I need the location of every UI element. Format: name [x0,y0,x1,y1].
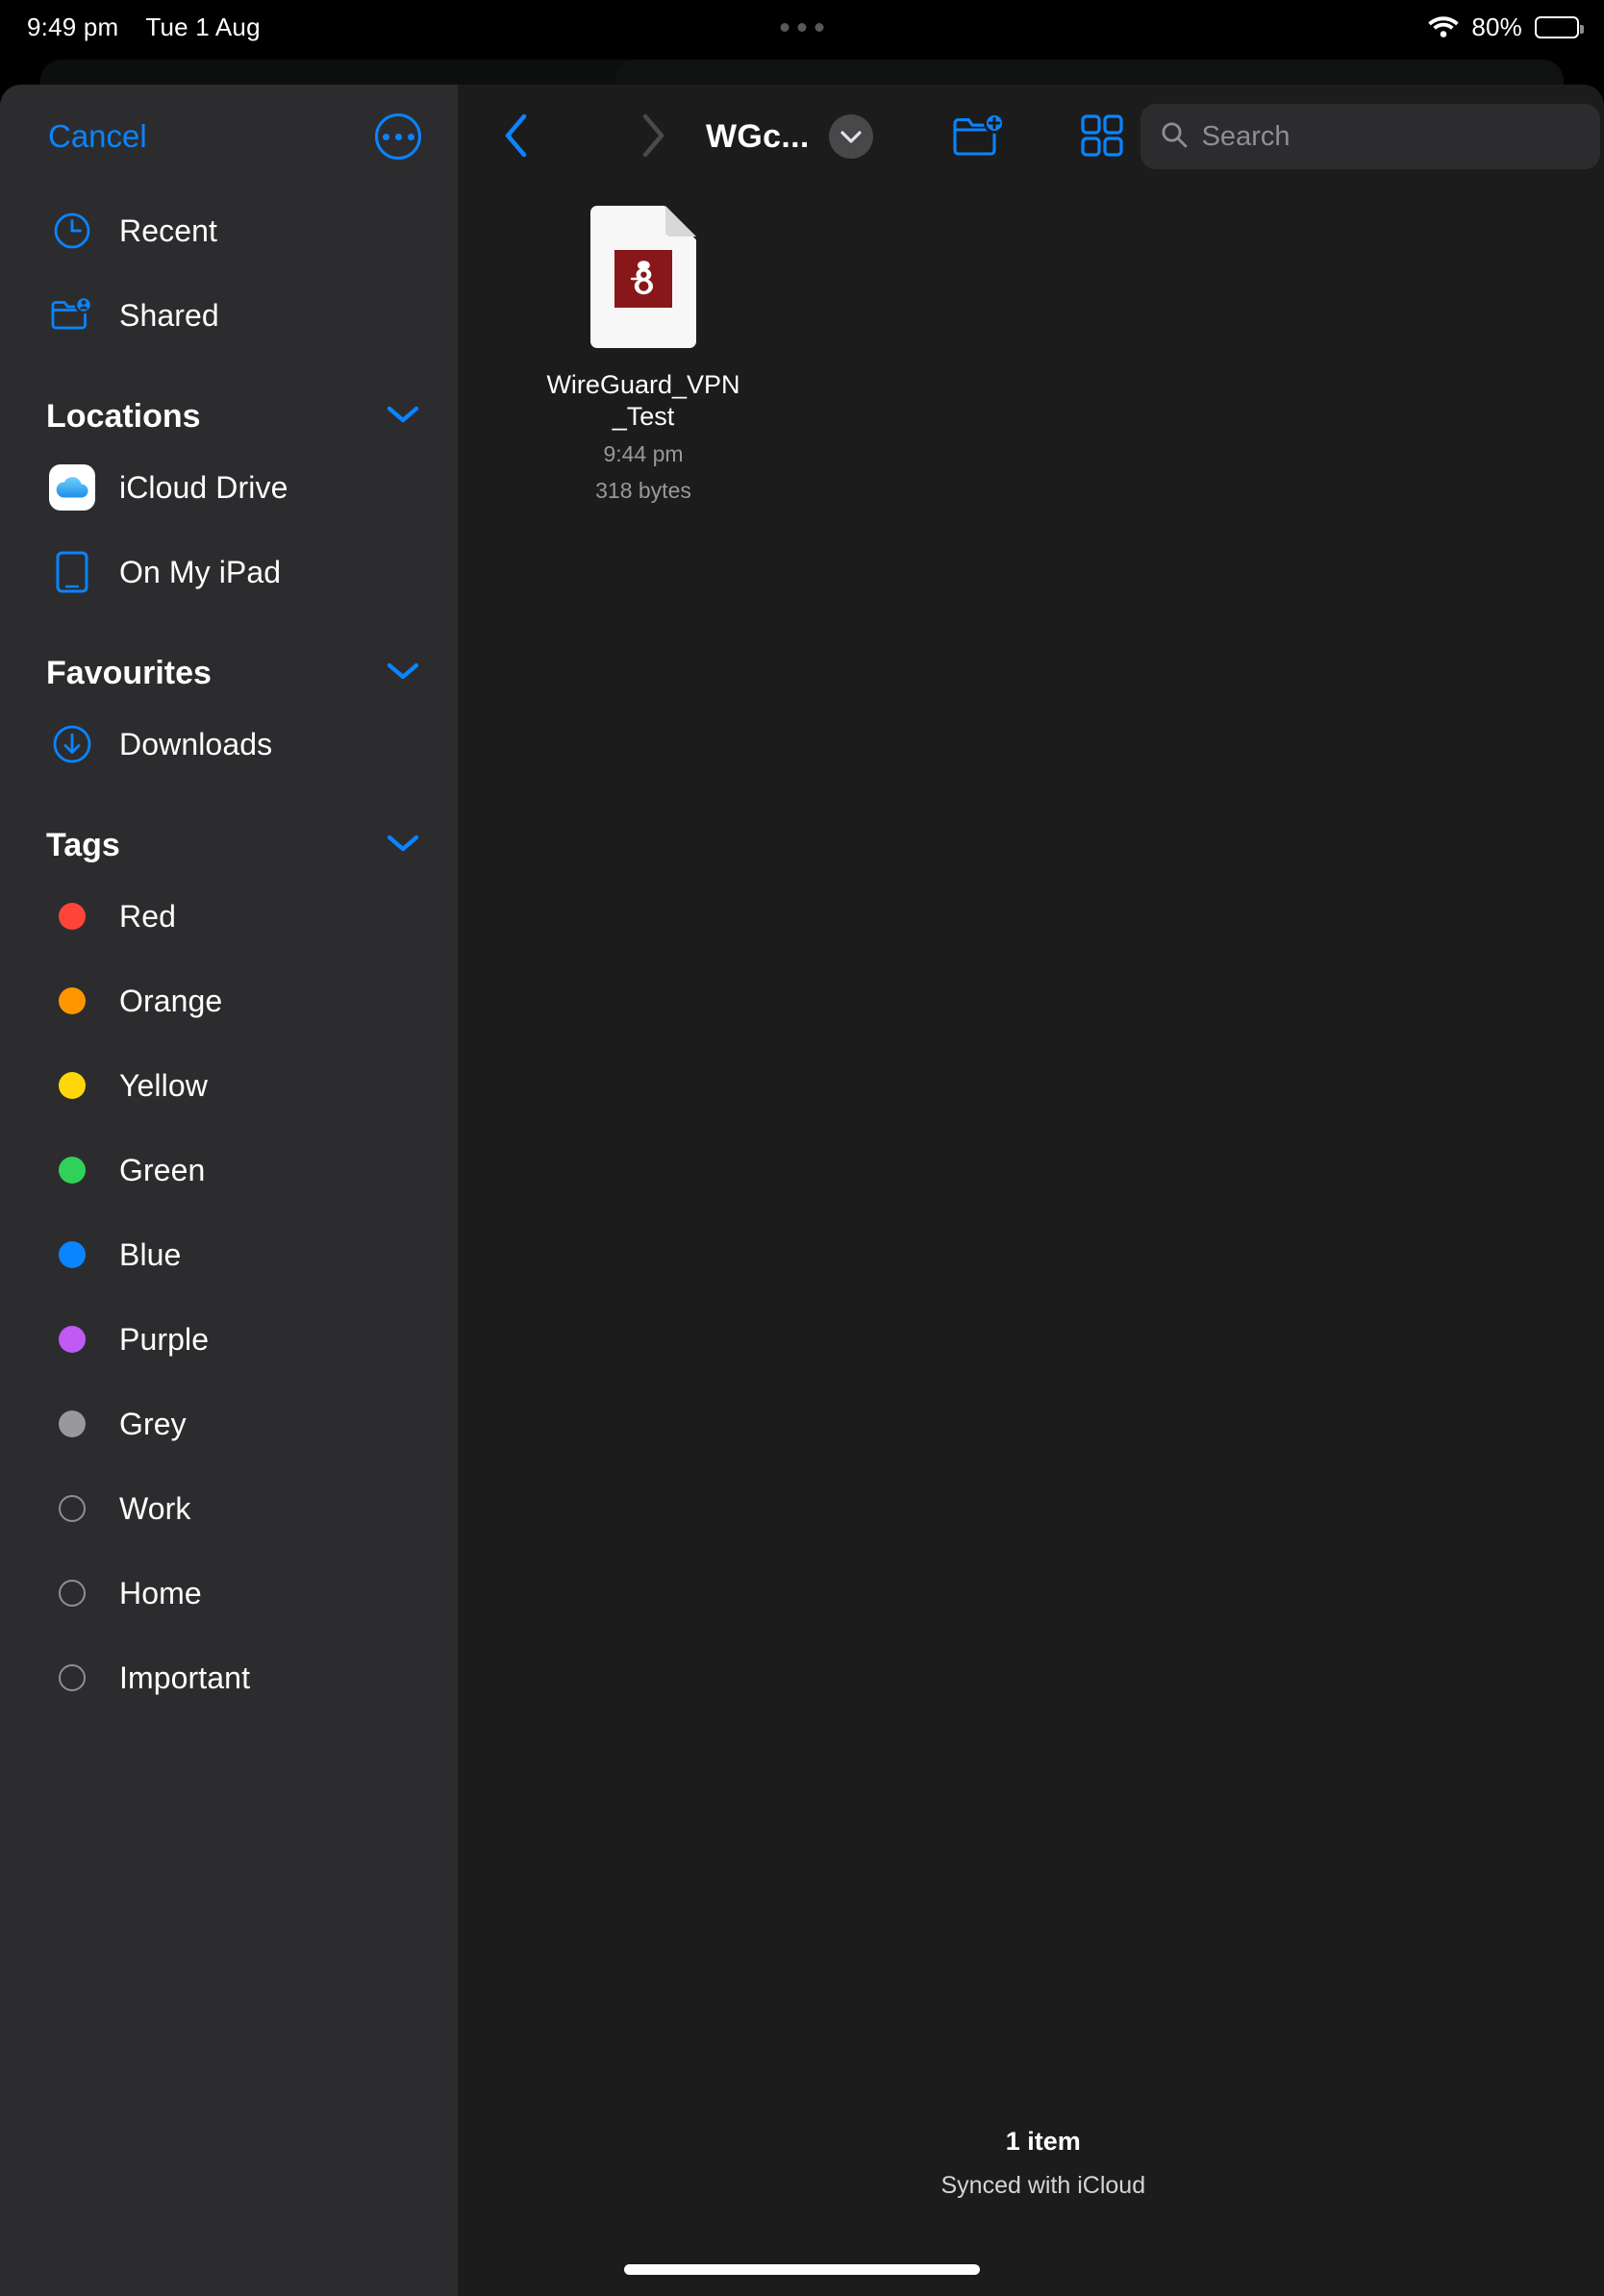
tag-dot-icon [46,903,98,930]
file-time: 9:44 pm [603,440,683,469]
back-button[interactable] [485,105,548,168]
section-title: Tags [46,827,120,864]
chevron-down-icon[interactable] [387,404,419,430]
tag-dot-icon [46,987,98,1014]
sidebar-item-label: Yellow [119,1068,208,1104]
tag-list: Red Orange Yellow Green Blue Purple Grey Work Ho… [0,874,458,1720]
three-dots-icon [798,23,807,32]
status-date: Tue 1 Aug [145,12,260,42]
sidebar-item-tag-home[interactable]: Home [0,1551,458,1635]
battery-percent: 80% [1471,12,1522,42]
sidebar-item-label: Green [119,1153,205,1188]
battery-icon [1535,16,1579,38]
chevron-left-icon [502,112,531,162]
sync-status: Synced with iCloud [458,2172,1604,2200]
folder-plus-icon [952,112,1006,162]
forward-button [621,105,685,168]
ipad-files-app-screen: 9:49 pm Tue 1 Aug 80% [0,0,1604,2296]
chevron-down-circle-icon[interactable] [829,114,873,159]
tag-dot-icon [46,1157,98,1184]
toolbar: WGc... [458,85,1604,188]
sidebar-item-label: Blue [119,1237,181,1273]
section-title: Favourites [46,655,212,692]
download-circle-icon [46,724,98,764]
sidebar-item-label: Home [119,1576,202,1611]
item-count: 1 item [458,2127,1604,2157]
sidebar-item-tag-work[interactable]: Work [0,1466,458,1551]
search-field[interactable]: Search [1140,104,1600,169]
sidebar-item-shared[interactable]: Shared [0,273,458,358]
three-dots-icon [781,23,789,32]
tag-dot-hollow-icon [46,1580,98,1607]
ipad-icon [46,551,98,593]
sidebar-item-recent[interactable]: Recent [0,188,458,273]
search-placeholder: Search [1202,121,1291,153]
sidebar-section-tags[interactable]: Tags [0,786,458,874]
ellipsis-circle-icon[interactable] [375,113,421,160]
file-name: WireGuard_VPN_Test [540,369,747,433]
tag-dot-hollow-icon [46,1664,98,1691]
sidebar-item-label: Grey [119,1407,187,1442]
chevron-down-icon[interactable] [387,833,419,859]
sidebar-item-label: Orange [119,984,222,1019]
sidebar: Cancel Recent [0,85,458,2296]
shared-folder-icon [46,296,98,335]
wireguard-logo [614,250,672,308]
chevron-down-icon[interactable] [387,661,419,686]
new-folder-button[interactable] [940,103,1017,170]
sidebar-item-label: On My iPad [119,555,281,590]
sidebar-item-tag-red[interactable]: Red [0,874,458,959]
sidebar-item-tag-important[interactable]: Important [0,1635,458,1720]
sidebar-item-tag-grey[interactable]: Grey [0,1382,458,1466]
sidebar-item-label: Work [119,1491,190,1527]
grid-view-button[interactable] [1064,103,1140,170]
tag-dot-icon [46,1410,98,1437]
status-bar-left: 9:49 pm Tue 1 Aug [27,12,261,42]
section-title: Locations [46,398,201,436]
chevron-right-icon [639,112,667,162]
sidebar-item-tag-blue[interactable]: Blue [0,1212,458,1297]
tag-dot-icon [46,1072,98,1099]
multitask-indicator[interactable] [781,23,824,32]
home-indicator[interactable] [624,2264,980,2275]
wifi-icon [1428,15,1459,38]
sidebar-section-favourites[interactable]: Favourites [0,614,458,702]
status-time: 9:49 pm [27,12,118,42]
search-icon [1160,120,1189,154]
sidebar-item-label: Recent [119,213,217,249]
sidebar-item-label: Important [119,1660,250,1696]
status-bar: 9:49 pm Tue 1 Aug 80% [0,0,1604,54]
file-grid: WireGuard_VPN_Test 9:44 pm 318 bytes [458,206,1604,506]
footer-status: 1 item Synced with iCloud [458,2127,1604,2200]
tag-dot-icon [46,1241,98,1268]
sidebar-item-tag-purple[interactable]: Purple [0,1297,458,1382]
wireguard-document-icon [590,206,696,348]
sidebar-item-label: Downloads [119,727,272,762]
file-picker-sheet: Cancel Recent [0,85,1604,2296]
file-item-wireguard-vpn-test[interactable]: WireGuard_VPN_Test 9:44 pm 318 bytes [533,206,754,506]
sidebar-item-tag-green[interactable]: Green [0,1128,458,1212]
sidebar-item-tag-yellow[interactable]: Yellow [0,1043,458,1128]
content-area: WGc... [458,85,1604,2296]
sidebar-item-label: Purple [119,1322,209,1358]
sidebar-section-locations[interactable]: Locations [0,358,458,445]
file-size: 318 bytes [595,477,691,506]
sidebar-header: Cancel [0,85,458,188]
cancel-button[interactable]: Cancel [48,118,147,155]
sidebar-item-label: Red [119,899,176,935]
icloud-drive-icon [46,464,98,511]
breadcrumb[interactable]: WGc... [706,118,810,156]
three-dots-icon [815,23,824,32]
sidebar-item-on-my-ipad[interactable]: On My iPad [0,530,458,614]
tag-dot-hollow-icon [46,1495,98,1522]
sidebar-item-icloud-drive[interactable]: iCloud Drive [0,445,458,530]
grid-view-icon [1080,113,1124,161]
sidebar-item-tag-orange[interactable]: Orange [0,959,458,1043]
status-bar-right: 80% [1428,12,1579,42]
sidebar-item-label: Shared [119,298,219,334]
sidebar-item-label: iCloud Drive [119,470,288,506]
clock-icon [46,212,98,250]
sidebar-item-downloads[interactable]: Downloads [0,702,458,786]
tag-dot-icon [46,1326,98,1353]
